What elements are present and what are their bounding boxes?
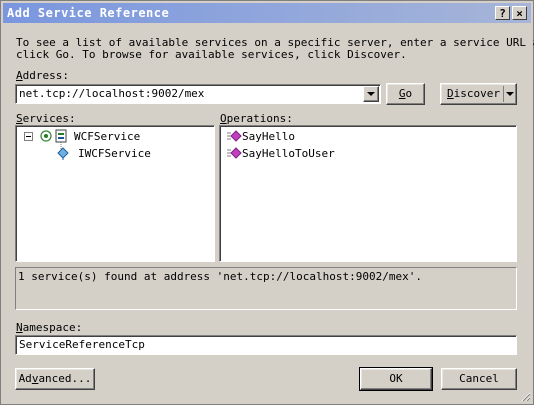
- tree-node-wcfservice[interactable]: WCFService: [74, 130, 140, 143]
- method-icon: [227, 147, 242, 159]
- tree-node-iwcfservice[interactable]: IWCFService: [78, 147, 151, 160]
- chevron-down-icon[interactable]: [506, 92, 514, 96]
- operation-item-sayhellotouser[interactable]: SayHelloToUser: [242, 147, 335, 160]
- operations-label-rest: perations:: [226, 112, 293, 125]
- cancel-button[interactable]: Cancel: [441, 368, 517, 390]
- help-button[interactable]: ?: [495, 6, 510, 20]
- advanced-rest: anced...: [38, 372, 92, 385]
- services-label: Services:: [16, 112, 76, 125]
- address-dropdown-button[interactable]: [363, 86, 379, 102]
- discover-button[interactable]: Discover: [440, 83, 517, 105]
- advanced-prefix: Ad: [18, 372, 32, 385]
- method-icon: [227, 130, 242, 142]
- service-icon: [55, 129, 67, 143]
- status-text: 1 service(s) found at address 'net.tcp:/…: [18, 270, 422, 283]
- services-label-accel: S: [16, 112, 23, 125]
- radio-selected-icon: [40, 130, 52, 142]
- address-combobox[interactable]: net.tcp://localhost:9002/mex: [15, 84, 381, 104]
- tree-collapse-toggle[interactable]: [24, 131, 34, 141]
- discover-split-divider: [503, 86, 504, 102]
- go-accel: G: [398, 87, 406, 100]
- namespace-label-rest: amespace:: [22, 321, 83, 334]
- namespace-label-accel: N: [16, 321, 23, 334]
- status-panel: 1 service(s) found at address 'net.tcp:/…: [15, 267, 517, 310]
- title-bar[interactable]: Add Service Reference ? ×: [3, 3, 531, 23]
- address-label-rest: ddress:: [22, 69, 69, 82]
- operations-label: Operations:: [220, 112, 293, 125]
- operations-label-accel: O: [220, 112, 227, 125]
- instructions-line-2: click Go. To browse for available servic…: [16, 48, 407, 61]
- discover-accel: D: [447, 87, 454, 100]
- services-label-rest: ervices:: [22, 112, 76, 125]
- address-label-accel: A: [16, 69, 23, 82]
- services-tree[interactable]: WCFService IWCFService: [15, 125, 215, 262]
- chevron-down-icon: [367, 92, 375, 96]
- namespace-input[interactable]: ServiceReferenceTcp: [15, 335, 517, 355]
- interface-icon: [57, 147, 69, 160]
- resize-grip-icon[interactable]: [519, 390, 531, 402]
- operation-item-sayhello[interactable]: SayHello: [242, 130, 295, 143]
- namespace-label: Namespace:: [16, 321, 82, 334]
- operations-list[interactable]: SayHello SayHelloToUser: [219, 125, 517, 262]
- minus-box-icon: [24, 132, 33, 141]
- go-button[interactable]: Go: [386, 83, 425, 105]
- add-service-reference-dialog: Add Service Reference ? × To see a list …: [0, 0, 534, 405]
- discover-rest: iscover: [453, 87, 500, 100]
- ok-button[interactable]: OK: [359, 367, 433, 391]
- address-label: Address:: [16, 69, 69, 82]
- namespace-value[interactable]: ServiceReferenceTcp: [19, 338, 145, 351]
- advanced-button[interactable]: Advanced...: [15, 368, 95, 390]
- close-button[interactable]: ×: [512, 6, 527, 20]
- window-title: Add Service Reference: [7, 6, 170, 20]
- address-input[interactable]: net.tcp://localhost:9002/mex: [19, 87, 204, 100]
- go-rest: o: [405, 87, 413, 100]
